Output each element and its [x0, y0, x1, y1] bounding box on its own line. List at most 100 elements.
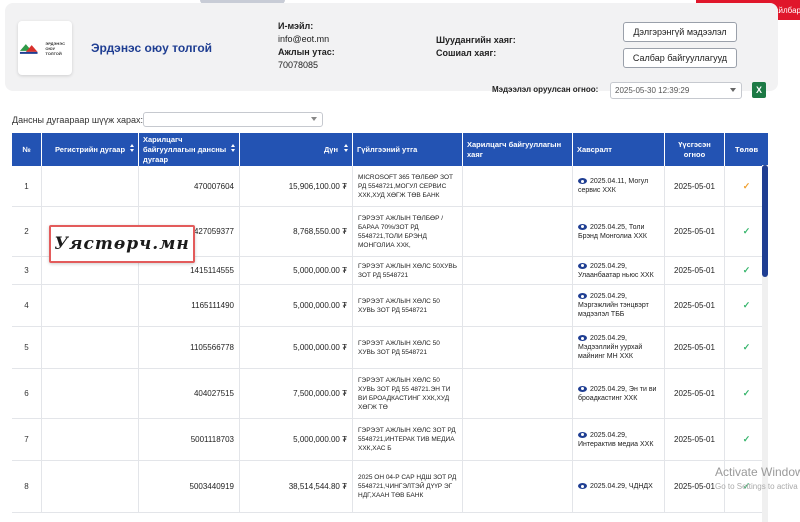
col-created: Үүсгэсэн огноо [665, 133, 725, 166]
row-amount: 15,906,100.00 ₮ [240, 166, 353, 206]
col-purpose: Гүйлгээний утга [353, 133, 463, 166]
row-purpose: MICROSOFT 365 ТӨЛБӨР ЗОТ РД 5548721,МОГУ… [353, 166, 463, 206]
eye-icon[interactable] [578, 293, 587, 300]
watermark-stamp: Уястөрч.мн [49, 225, 195, 263]
row-number: 2 [12, 207, 42, 256]
col-account[interactable]: Харилцагч байгууллагын дансны дугаар [139, 133, 240, 166]
row-attachment[interactable]: 2025.04.29, Мэргэжлийн тэнцвэрт мэдээлэл… [573, 285, 665, 326]
row-address [463, 461, 573, 512]
attachment-label: 2025.04.29, Мэргэжлийн тэнцвэрт мэдээлэл… [578, 293, 649, 318]
row-amount: 8,768,550.00 ₮ [240, 207, 353, 256]
row-attachment[interactable]: 2025.04.25, Толи Брэнд Монголиа ХХК [573, 207, 665, 256]
check-icon: ✓ [742, 342, 751, 352]
row-register [42, 419, 139, 460]
eye-icon[interactable] [578, 178, 587, 185]
table-header: № Регистрийн дугаар Харилцагч байгууллаг… [12, 133, 768, 166]
row-created-date: 2025-05-01 [665, 369, 725, 418]
eye-icon[interactable] [578, 431, 587, 438]
check-icon: ✓ [742, 265, 751, 275]
eye-icon[interactable] [578, 335, 587, 342]
row-account: 470007604 [139, 166, 240, 206]
check-icon: ✓ [742, 388, 751, 398]
check-icon: ✓ [742, 300, 751, 310]
row-address [463, 327, 573, 368]
row-created-date: 2025-05-01 [665, 257, 725, 284]
col-no: № [12, 133, 42, 166]
row-register [42, 166, 139, 206]
details-button[interactable]: Дэлгэрэнгүй мэдээлэл [623, 22, 737, 42]
row-purpose: гэрээт ажлын хөлс ЗОТ рд 5548721,ИНТЕРАК… [353, 419, 463, 460]
logo-text-line2: ОЮУ ТОЛГОЙ [45, 45, 62, 56]
row-amount: 5,000,000.00 ₮ [240, 327, 353, 368]
row-number: 4 [12, 285, 42, 326]
eye-icon[interactable] [578, 385, 587, 392]
row-address [463, 419, 573, 460]
postal-address-label: Шуудангийн хаяг: [436, 35, 516, 45]
row-register [42, 369, 139, 418]
row-attachment[interactable]: 2025.04.29, Мэдээллийн уурхай майнинг МН… [573, 327, 665, 368]
account-filter-select[interactable] [143, 112, 323, 127]
eye-icon[interactable] [578, 483, 587, 490]
sort-icon [231, 144, 236, 154]
logo-mark-icon: ЭРДЭНЭС ОЮУ ТОЛГОЙ [18, 41, 72, 56]
attachment-label: 2025.04.29, Эн ти ви броадкастинг ХХК [578, 385, 657, 402]
row-address [463, 285, 573, 326]
row-address [463, 257, 573, 284]
row-address [463, 369, 573, 418]
row-account: 404027515 [139, 369, 240, 418]
col-address: Харилцагч байгууллагын хаяг [463, 133, 573, 166]
row-register [42, 285, 139, 326]
col-status: Төлөв [734, 144, 759, 154]
eye-icon[interactable] [578, 262, 587, 269]
row-amount: 5,000,000.00 ₮ [240, 257, 353, 284]
row-account: 5003440919 [139, 461, 240, 512]
row-purpose: 2025 ОН 04-Р САР НДШ ЗОТ РД 5548721,ЧИНГ… [353, 461, 463, 512]
os-activation-title: Activate Window [715, 465, 800, 479]
filter-label: Дансны дугаараар шүүж харах: [12, 115, 144, 125]
branches-button[interactable]: Салбар байгууллагууд [623, 48, 737, 68]
row-attachment[interactable]: 2025.04.29, ЧДНДХ [573, 461, 665, 512]
chevron-down-icon [311, 117, 317, 121]
table-row: 7 5001118703 5,000,000.00 ₮ гэрээт ажлын хө… [12, 419, 768, 461]
row-amount: 38,514,544.80 ₮ [240, 461, 353, 512]
row-purpose: ГЭРЭЭТ АЖЛЫН ХӨЛС 50 ХУВЬ ЗОТ РД 5548721 [353, 285, 463, 326]
table-row: 8 5003440919 38,514,544.80 ₮ 2025 ОН 04-Р С… [12, 461, 768, 513]
row-number: 1 [12, 166, 42, 206]
table-row: 4 1165111490 5,000,000.00 ₮ ГЭРЭЭТ АЖЛЫН ХӨ… [12, 285, 768, 327]
eye-icon[interactable] [578, 223, 587, 230]
row-amount: 5,000,000.00 ₮ [240, 285, 353, 326]
row-amount: 5,000,000.00 ₮ [240, 419, 353, 460]
excel-export-icon[interactable]: X [752, 82, 766, 98]
table-row: 6 404027515 7,500,000.00 ₮ ГЭРЭЭТ АЖЛЫН ХӨЛ… [12, 369, 768, 419]
email-label: И-мэйл: [278, 21, 314, 31]
email-value[interactable]: info@eot.mn [278, 34, 329, 44]
check-icon: ✓ [742, 226, 751, 236]
attachment-label: 2025.04.29, Мэдээллийн уурхай майнинг МН… [578, 335, 643, 360]
row-created-date: 2025-05-01 [665, 166, 725, 206]
col-register[interactable]: Регистрийн дугаар [42, 133, 139, 166]
sort-icon [130, 144, 135, 154]
date-select-value: 2025-05-30 12:39:29 [615, 86, 690, 95]
transactions-table: № Регистрийн дугаар Харилцагч байгууллаг… [12, 133, 768, 522]
row-attachment[interactable]: 2025.04.29, Эн ти ви броадкастинг ХХК [573, 369, 665, 418]
table-scrollbar-thumb[interactable] [762, 165, 768, 277]
row-attachment[interactable]: 2025.04.11, Могул сервис ХХК [573, 166, 665, 206]
col-amount[interactable]: Дүн [240, 133, 353, 166]
os-activation-subtitle: Go to Settings to activa [715, 482, 798, 491]
row-purpose: ГЭРЭЭТ АЖЛЫН ТӨЛБӨР / БАРАА 70%/ЗОТ РД 5… [353, 207, 463, 256]
date-label: Мэдээлэл оруулсан огноо: [492, 85, 599, 94]
date-select[interactable]: 2025-05-30 12:39:29 [610, 82, 742, 99]
attachment-label: 2025.04.29, ЧДНДХ [590, 483, 653, 490]
col-attachment: Хавсралт [573, 133, 665, 166]
company-name: Эрдэнэс оюу толгой [91, 41, 213, 55]
table-row: 5 1105566778 5,000,000.00 ₮ ГЭРЭЭТ АЖЛЫН ХӨ… [12, 327, 768, 369]
row-attachment[interactable]: 2025.04.29, Интерактив медиа ХХК [573, 419, 665, 460]
check-icon: ✓ [742, 434, 751, 444]
attachment-label: 2025.04.25, Толи Брэнд Монголиа ХХК [578, 223, 648, 240]
phone-value: 70078085 [278, 60, 319, 70]
row-number: 6 [12, 369, 42, 418]
row-number: 3 [12, 257, 42, 284]
row-purpose: ГЭРЭЭТ АЖЛЫН ХӨЛС 50 ХУВЬ ЗОТ РД 55 4872… [353, 369, 463, 418]
row-number: 5 [12, 327, 42, 368]
row-attachment[interactable]: 2025.04.29, Улаанбаатар ньюс ХХК [573, 257, 665, 284]
